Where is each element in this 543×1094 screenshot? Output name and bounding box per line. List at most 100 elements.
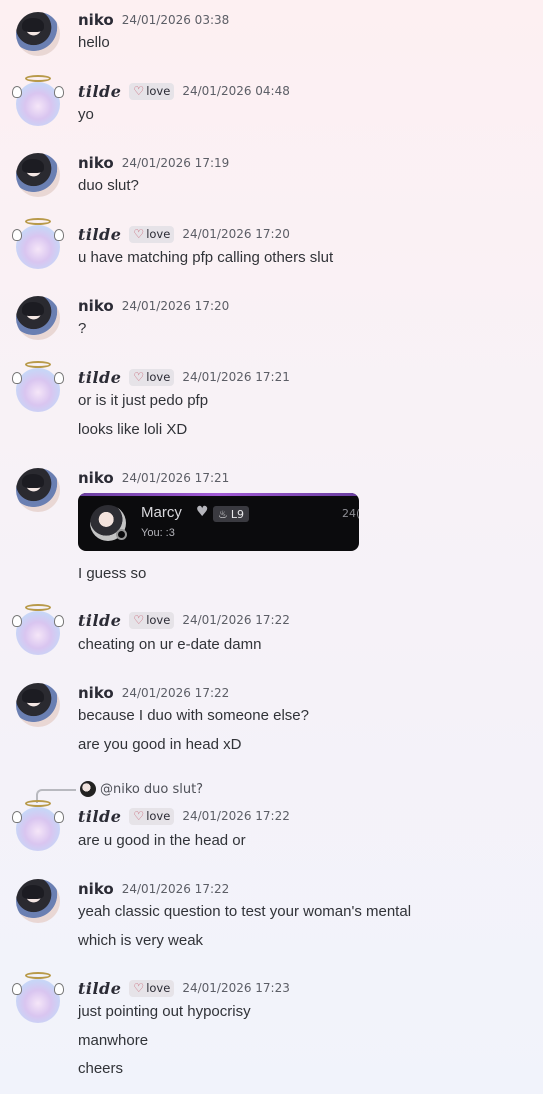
role-tag[interactable]: ♡ love bbox=[129, 82, 175, 100]
reply-preview[interactable]: @niko duo slut? bbox=[80, 781, 203, 797]
message-text: duo slut? bbox=[78, 177, 139, 194]
timestamp: 24/01/2026 17:19 bbox=[121, 156, 230, 170]
avatar[interactable] bbox=[16, 12, 60, 56]
message-text: looks like loli XD bbox=[78, 421, 188, 438]
wing-icon bbox=[12, 229, 22, 241]
message-text: or is it just pedo pfp bbox=[78, 392, 209, 409]
message-text: because I duo with someone else? bbox=[78, 707, 309, 724]
message-text: are u good in the head or bbox=[78, 832, 246, 849]
role-tag[interactable]: ♡ love bbox=[129, 368, 175, 386]
avatar[interactable] bbox=[12, 800, 64, 851]
status-icon bbox=[116, 529, 127, 540]
message-text: yo bbox=[78, 106, 94, 123]
role-tag-label: love bbox=[146, 613, 171, 627]
timestamp: 24/01/2026 17:22 bbox=[121, 686, 230, 700]
author-name[interactable]: tilde bbox=[78, 611, 121, 630]
heart-icon: ♥ bbox=[196, 504, 209, 520]
timestamp: 24/01/2026 17:21 bbox=[182, 370, 290, 384]
halo-icon bbox=[25, 800, 51, 807]
halo-icon bbox=[25, 361, 51, 368]
timestamp: 24/01/2026 03:38 bbox=[121, 13, 230, 27]
author-name[interactable]: tilde bbox=[78, 368, 121, 387]
avatar[interactable] bbox=[16, 153, 60, 197]
level-label: L9 bbox=[230, 507, 245, 521]
avatar[interactable] bbox=[16, 468, 60, 512]
timestamp: 24/01/2026 17:23 bbox=[182, 981, 290, 995]
role-tag-label: love bbox=[146, 84, 171, 98]
timestamp: 24/01/2026 17:22 bbox=[182, 809, 290, 823]
heart-icon: ♡ bbox=[133, 227, 145, 241]
author-name[interactable]: niko bbox=[78, 684, 114, 702]
heart-icon: ♡ bbox=[133, 370, 145, 384]
timestamp: 24/01/2026 17:21 bbox=[121, 471, 230, 485]
halo-icon bbox=[25, 604, 51, 611]
wing-icon bbox=[12, 615, 22, 627]
avatar[interactable] bbox=[12, 75, 64, 126]
timestamp: 24/01/2026 17:22 bbox=[182, 613, 290, 627]
role-tag[interactable]: ♡ love bbox=[129, 225, 175, 243]
message-text: yeah classic question to test your woman… bbox=[78, 903, 412, 920]
role-tag-label: love bbox=[146, 981, 171, 995]
author-name[interactable]: niko bbox=[78, 469, 114, 487]
message-text: which is very weak bbox=[78, 932, 204, 949]
author-name[interactable]: niko bbox=[78, 880, 114, 898]
author-name[interactable]: tilde bbox=[78, 807, 121, 826]
timestamp: 24/01/2026 17:20 bbox=[182, 227, 290, 241]
avatar[interactable] bbox=[16, 879, 60, 923]
avatar[interactable] bbox=[16, 296, 60, 340]
wing-icon bbox=[12, 811, 22, 823]
heart-icon: ♡ bbox=[133, 84, 145, 98]
image-attachment[interactable]: Marcy ♥ ♨ L9 You: :3 24( bbox=[78, 493, 359, 551]
heart-icon: ♡ bbox=[133, 981, 145, 995]
reply-username: @niko bbox=[100, 781, 140, 797]
halo-icon bbox=[25, 218, 51, 225]
level-badge: ♨ L9 bbox=[213, 506, 250, 522]
embed-cut-text: 24( bbox=[342, 507, 359, 520]
avatar[interactable] bbox=[12, 604, 64, 655]
wing-icon bbox=[12, 86, 22, 98]
flame-icon: ♨ bbox=[218, 507, 228, 521]
wing-icon bbox=[54, 86, 64, 98]
reply-avatar bbox=[80, 781, 96, 797]
avatar[interactable] bbox=[12, 361, 64, 412]
heart-icon: ♡ bbox=[133, 613, 145, 627]
embed-subtitle: You: :3 bbox=[141, 527, 175, 539]
author-name[interactable]: niko bbox=[78, 297, 114, 315]
author-name[interactable]: tilde bbox=[78, 225, 121, 244]
wing-icon bbox=[54, 811, 64, 823]
timestamp: 24/01/2026 17:22 bbox=[121, 882, 230, 896]
message-text: cheating on ur e-date damn bbox=[78, 636, 262, 653]
message-text: u have matching pfp calling others slut bbox=[78, 249, 334, 266]
role-tag[interactable]: ♡ love bbox=[129, 979, 175, 997]
wing-icon bbox=[54, 372, 64, 384]
role-tag[interactable]: ♡ love bbox=[129, 807, 175, 825]
message-text: cheers bbox=[78, 1060, 124, 1077]
author-name[interactable]: niko bbox=[78, 11, 114, 29]
wing-icon bbox=[54, 615, 64, 627]
wing-icon bbox=[12, 983, 22, 995]
message-text: hello bbox=[78, 34, 110, 51]
halo-icon bbox=[25, 75, 51, 82]
avatar[interactable] bbox=[12, 218, 64, 269]
halo-icon bbox=[25, 972, 51, 979]
author-name[interactable]: niko bbox=[78, 154, 114, 172]
wing-icon bbox=[54, 229, 64, 241]
role-tag-label: love bbox=[146, 227, 171, 241]
author-name[interactable]: tilde bbox=[78, 979, 121, 998]
message-text: just pointing out hypocrisy bbox=[78, 1003, 251, 1020]
message-text: are you good in head xD bbox=[78, 736, 242, 753]
embed-username: Marcy bbox=[141, 504, 182, 521]
role-tag[interactable]: ♡ love bbox=[129, 611, 175, 629]
message-text: ? bbox=[78, 320, 87, 337]
heart-icon: ♡ bbox=[133, 809, 145, 823]
reply-text: duo slut? bbox=[143, 781, 204, 797]
timestamp: 24/01/2026 17:20 bbox=[121, 299, 230, 313]
author-name[interactable]: tilde bbox=[78, 82, 121, 101]
avatar[interactable] bbox=[16, 683, 60, 727]
avatar[interactable] bbox=[12, 972, 64, 1023]
role-tag-label: love bbox=[146, 809, 171, 823]
timestamp: 24/01/2026 04:48 bbox=[182, 84, 290, 98]
role-tag-label: love bbox=[146, 370, 171, 384]
message-text: I guess so bbox=[78, 565, 147, 582]
wing-icon bbox=[12, 372, 22, 384]
